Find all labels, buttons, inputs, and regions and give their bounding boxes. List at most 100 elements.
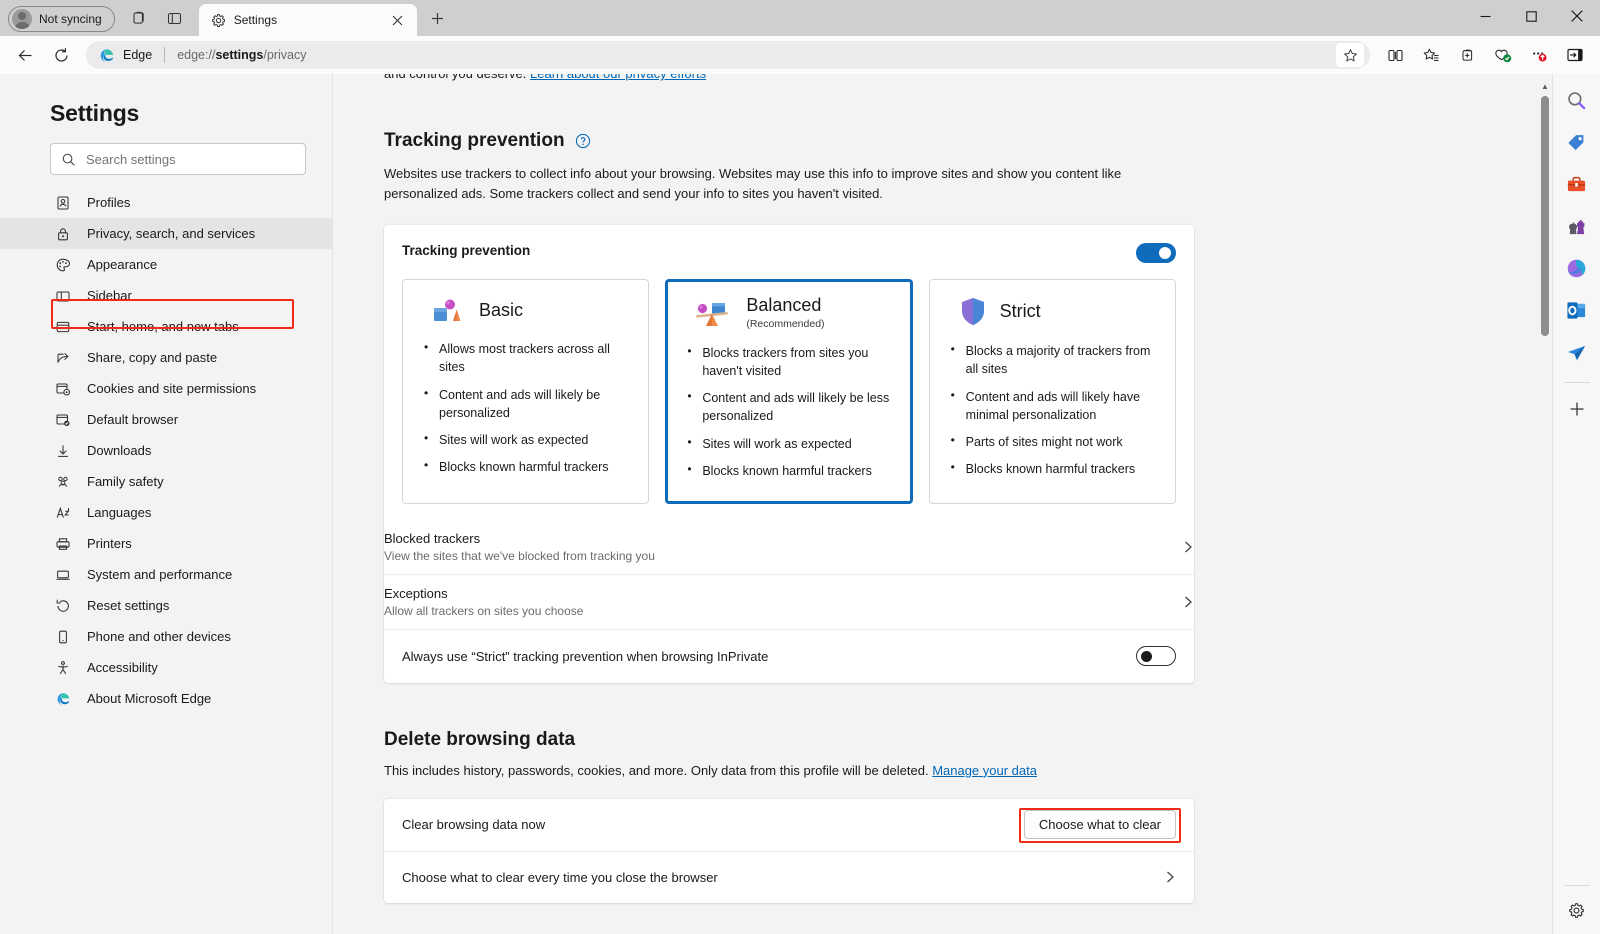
- tab-title: Settings: [233, 13, 278, 27]
- sidebar-item-label: Phone and other devices: [87, 629, 231, 644]
- tracking-level-strict[interactable]: Strict Blocks a majority of trackers fro…: [928, 279, 1176, 504]
- tools-icon[interactable]: [1561, 168, 1593, 200]
- family-icon: [54, 473, 71, 490]
- workspaces-icon: [133, 11, 144, 24]
- address-bar[interactable]: Edge edge://settings/privacy: [86, 41, 1370, 69]
- more-options-icon: [1533, 52, 1547, 62]
- sidebar-item-cookies-site-permissions[interactable]: Cookies and site permissions: [0, 373, 332, 404]
- tab-close-button[interactable]: [387, 9, 409, 31]
- settings-sidebar: Settings Profiles: [0, 74, 333, 934]
- search-input[interactable]: [86, 151, 295, 167]
- toggle-knob: [1159, 247, 1171, 260]
- manage-your-data-link[interactable]: Manage your data: [932, 763, 1037, 778]
- tracking-prevention-heading-row: Tracking prevention: [384, 130, 1194, 152]
- browser-essentials-button[interactable]: [1486, 40, 1520, 70]
- sidebar-item-label: Share, copy and paste: [87, 350, 218, 365]
- tab-settings[interactable]: Settings: [198, 4, 417, 36]
- description-text: This includes history, passwords, cookie…: [384, 762, 929, 778]
- search-icon[interactable]: [1561, 84, 1593, 116]
- sidebar-toggle-icon: [1567, 48, 1583, 62]
- games-icon[interactable]: [1561, 210, 1593, 242]
- row-label: Always use “Strict” tracking prevention …: [402, 648, 769, 664]
- tab-actions-button[interactable]: [123, 4, 155, 32]
- strict-inprivate-toggle[interactable]: [1136, 646, 1176, 667]
- delete-browsing-data-description: This includes history, passwords, cookie…: [384, 763, 1194, 778]
- sidebar-item-profiles[interactable]: Profiles: [0, 187, 332, 218]
- refresh-icon: [54, 47, 68, 62]
- scroll-up-arrow[interactable]: ▲: [1538, 78, 1552, 94]
- split-screen-button[interactable]: [1378, 40, 1412, 70]
- outlook-icon[interactable]: [1561, 294, 1593, 326]
- exceptions-row[interactable]: Exceptions Allow all trackers on sites y…: [384, 573, 1194, 629]
- sidebar-toggle-button[interactable]: [1558, 40, 1592, 70]
- paper-plane-icon[interactable]: [1561, 336, 1593, 368]
- toggle-knob: [1141, 650, 1152, 662]
- maximize-button[interactable]: [1508, 0, 1554, 32]
- minimize-button[interactable]: [1462, 0, 1508, 32]
- vertical-tabs-button[interactable]: [159, 4, 191, 32]
- back-button[interactable]: [8, 40, 42, 70]
- sidebar-item-default-browser[interactable]: Default browser: [0, 404, 332, 435]
- delete-browsing-data-heading-row: Delete browsing data: [384, 729, 1194, 751]
- choose-what-to-clear-button[interactable]: Choose what to clear: [1023, 810, 1176, 840]
- new-tab-button[interactable]: [423, 4, 453, 32]
- profile-icon: [54, 194, 71, 211]
- omnibox-brand: Edge: [123, 48, 153, 62]
- sidebar-item-label: Languages: [87, 505, 152, 520]
- page-title: Settings: [50, 100, 140, 126]
- privacy-efforts-link[interactable]: Learn about our privacy efforts: [530, 74, 706, 81]
- sidebar-item-label: Downloads: [87, 443, 152, 458]
- copilot-icon[interactable]: [1561, 252, 1593, 284]
- tracking-prevention-block: Tracking prevention Basic • Allows most …: [384, 225, 1194, 520]
- tracking-prevention-toggle[interactable]: [1136, 243, 1176, 264]
- favorite-button[interactable]: [1336, 43, 1364, 67]
- tracking-prevention-heading: Tracking prevention: [384, 130, 565, 151]
- tracking-prevention-header: Tracking prevention: [402, 243, 1176, 264]
- sidebar-item-appearance[interactable]: Appearance: [0, 249, 332, 280]
- chevron-right-icon: [1182, 595, 1194, 609]
- sidebar-item-about-microsoft-edge[interactable]: About Microsoft Edge: [0, 683, 332, 714]
- tracking-level-basic[interactable]: Basic Allows most trackers across all si…: [402, 279, 650, 504]
- gear-icon: [1569, 902, 1584, 918]
- refresh-button[interactable]: [44, 40, 78, 70]
- search-settings-box[interactable]: [50, 143, 306, 175]
- tracking-level-balanced[interactable]: Balanced (Recommended) Blocks trackers f…: [665, 279, 913, 504]
- page-scrollbar[interactable]: ▲: [1538, 74, 1552, 934]
- more-options-button[interactable]: [1522, 40, 1556, 70]
- scrollbar-thumb[interactable]: [1541, 96, 1549, 336]
- sidebar-settings-button[interactable]: [1561, 894, 1593, 926]
- sidebar-item-share-copy-paste[interactable]: Share, copy and paste: [0, 342, 332, 373]
- row-label: Exceptions: [384, 585, 448, 601]
- tracking-prevention-label: Tracking prevention: [402, 243, 531, 259]
- tracking-level-bullets: Blocks a majority of trackers from all s…: [944, 341, 1161, 478]
- strict-inprivate-row[interactable]: Always use “Strict” tracking prevention …: [384, 628, 1194, 683]
- sidebar-item-reset-settings[interactable]: Reset settings: [0, 590, 332, 621]
- edge-icon: [54, 690, 71, 707]
- shopping-tag-icon[interactable]: [1561, 126, 1593, 158]
- sidebar-item-accessibility[interactable]: Accessibility: [0, 652, 332, 683]
- sidebar-item-family-safety[interactable]: Family safety: [0, 466, 332, 497]
- edgebar-bottom-divider: [1563, 885, 1590, 886]
- sidebar-item-system-performance[interactable]: System and performance: [0, 559, 332, 590]
- back-arrow-icon: [18, 49, 31, 61]
- bullet: Parts of sites might not work: [944, 432, 1161, 451]
- collections-button[interactable]: [1450, 40, 1484, 70]
- tracking-level-recommended: (Recommended): [746, 318, 825, 331]
- help-icon[interactable]: [575, 133, 591, 149]
- sidebar-item-printers[interactable]: Printers: [0, 528, 332, 559]
- clear-on-close-row[interactable]: Choose what to clear every time you clos…: [384, 850, 1194, 903]
- sidebar-item-label: Profiles: [87, 195, 131, 210]
- favorites-button[interactable]: [1414, 40, 1448, 70]
- sidebar-item-languages[interactable]: Languages: [0, 497, 332, 528]
- sidebar-item-downloads[interactable]: Downloads: [0, 435, 332, 466]
- sidebar-item-start-home-new-tabs[interactable]: Start, home, and new tabs: [0, 311, 332, 342]
- sidebar-item-phone-other-devices[interactable]: Phone and other devices: [0, 621, 332, 652]
- sidebar-item-privacy-search-services[interactable]: Privacy, search, and services: [0, 218, 332, 249]
- blocked-trackers-row[interactable]: Blocked trackers View the sites that we'…: [384, 520, 1194, 574]
- profile-button[interactable]: Not syncing: [8, 6, 115, 32]
- sidebar-item-label: Start, home, and new tabs: [87, 319, 239, 334]
- add-sidebar-app-button[interactable]: [1561, 393, 1593, 425]
- sidebar-item-sidebar[interactable]: Sidebar: [0, 280, 332, 311]
- chevron-right-icon: [1182, 540, 1194, 554]
- close-window-button[interactable]: [1554, 0, 1600, 32]
